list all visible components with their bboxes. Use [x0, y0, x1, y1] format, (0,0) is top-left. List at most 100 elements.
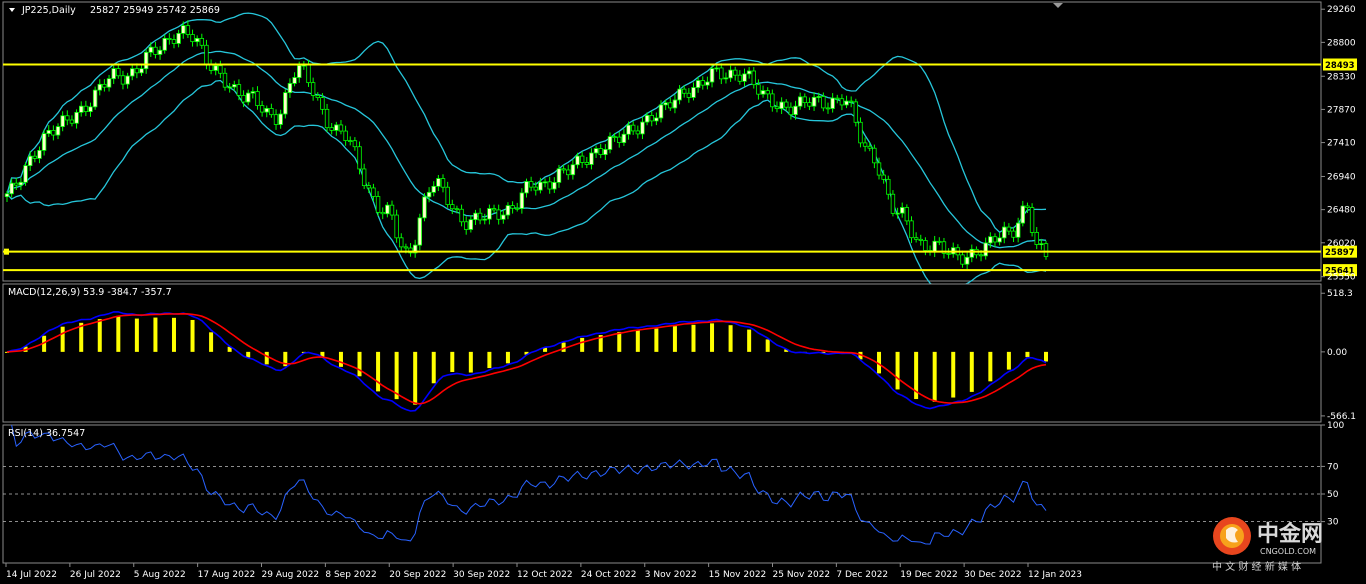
- rsi-tick-label: 70: [1327, 462, 1339, 472]
- candle: [324, 108, 330, 129]
- candle: [733, 69, 738, 76]
- candle: [264, 108, 269, 113]
- macd-panel-frame: [2, 283, 1322, 423]
- candle: [18, 181, 24, 186]
- candle: [176, 32, 181, 44]
- candle: [1020, 205, 1026, 224]
- rsi-tick-label: 30: [1327, 518, 1339, 528]
- candle: [157, 49, 163, 55]
- candle: [273, 114, 279, 125]
- candle: [802, 96, 808, 104]
- candle: [756, 84, 761, 95]
- candle: [120, 75, 126, 85]
- candle: [547, 181, 552, 190]
- candle: [97, 83, 102, 91]
- candle: [695, 80, 701, 88]
- candle: [895, 212, 900, 215]
- candle: [593, 148, 599, 154]
- candle: [51, 129, 56, 136]
- macd-bar: [765, 339, 770, 352]
- candle: [779, 101, 784, 110]
- candle: [491, 208, 497, 211]
- candle: [450, 204, 455, 210]
- price-axis: 29260 28800 28330 27870 27410 26940 26480 26020…: [1321, 5, 1356, 283]
- candle: [626, 124, 631, 135]
- candle: [310, 82, 316, 96]
- candle: [960, 254, 965, 265]
- time-tick-label: 29 Aug 2022: [262, 570, 320, 580]
- candle: [988, 236, 993, 244]
- candle: [765, 90, 770, 95]
- candle: [65, 115, 70, 121]
- candle: [41, 133, 47, 151]
- candle: [454, 208, 460, 211]
- time-tick-label: 25 Nov 2022: [773, 570, 831, 580]
- candle: [269, 108, 274, 116]
- macd-bar: [580, 337, 585, 352]
- candle: [519, 192, 525, 209]
- cngold-watermark: 中金网 CNGOLD.COM 中 文 财 经 新 媒 体: [1212, 517, 1323, 573]
- candle: [668, 102, 673, 109]
- macd-tick-label: 0.00: [1327, 348, 1347, 358]
- candle: [663, 102, 668, 106]
- level-handle[interactable]: [4, 248, 9, 255]
- macd-bar: [338, 351, 343, 367]
- candle: [825, 107, 831, 110]
- macd-bar: [171, 317, 176, 352]
- candle: [227, 86, 232, 89]
- candle: [510, 205, 515, 209]
- candle: [366, 185, 371, 189]
- candle: [69, 119, 75, 124]
- candle: [27, 155, 33, 167]
- macd-bar: [895, 351, 900, 390]
- price-tick-label: 26480: [1327, 206, 1356, 216]
- candle: [978, 254, 984, 257]
- rsi-title: RSI(14) 36.7547: [8, 428, 85, 439]
- macd-bar: [450, 351, 455, 373]
- candle: [705, 81, 710, 86]
- candle: [477, 212, 483, 221]
- candle: [677, 88, 682, 101]
- macd-bar: [728, 325, 733, 352]
- candle: [723, 77, 729, 80]
- candle: [913, 237, 919, 240]
- time-tick-label: 30 Dec 2022: [964, 570, 1022, 580]
- candle: [464, 221, 469, 230]
- candle: [932, 240, 937, 253]
- candle: [969, 248, 974, 258]
- candle: [236, 84, 242, 96]
- candle: [297, 65, 302, 78]
- candle: [714, 67, 719, 70]
- candle: [621, 133, 627, 143]
- candle: [315, 95, 320, 98]
- candle: [83, 105, 89, 113]
- brand-en: CNGOLD.COM: [1260, 547, 1316, 556]
- candle: [876, 162, 882, 176]
- candle: [909, 220, 914, 239]
- candle: [357, 146, 362, 170]
- candle: [630, 124, 636, 132]
- time-tick-label: 19 Dec 2022: [900, 570, 958, 580]
- candle: [533, 186, 538, 191]
- candle: [505, 205, 511, 216]
- candle: [830, 97, 835, 109]
- candle: [793, 105, 798, 116]
- candle: [394, 214, 399, 239]
- time-tick-label: 8 Sep 2022: [325, 570, 376, 580]
- candle: [185, 25, 191, 35]
- macd-bar: [1006, 351, 1011, 370]
- candle: [612, 136, 617, 139]
- level-tag-label: 28493: [1325, 61, 1355, 71]
- candle: [422, 196, 427, 219]
- candle: [760, 90, 766, 95]
- candle: [997, 237, 1002, 243]
- macd-bar: [264, 351, 269, 365]
- candle: [204, 44, 209, 65]
- candle: [774, 106, 780, 110]
- time-tick-label: 15 Nov 2022: [709, 570, 767, 580]
- brand-slogan: 中 文 财 经 新 媒 体: [1212, 560, 1301, 573]
- price-tick-label: 26020: [1327, 239, 1356, 249]
- candle: [904, 207, 910, 222]
- candle: [575, 155, 580, 166]
- candle: [1002, 226, 1007, 239]
